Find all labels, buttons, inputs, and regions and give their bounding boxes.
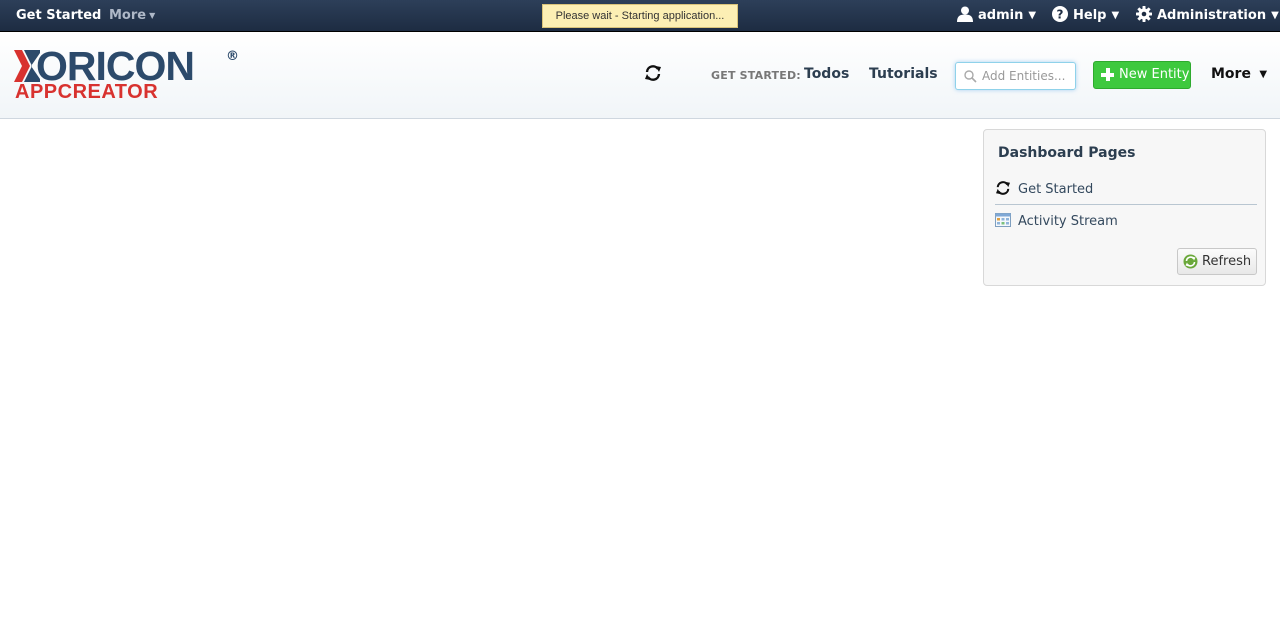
tutorials-link[interactable]: Tutorials: [869, 66, 938, 82]
help-label: Help: [1073, 8, 1107, 23]
calendar-icon: [995, 213, 1011, 227]
get-started-label: GET STARTED:: [711, 69, 801, 82]
svg-text:?: ?: [1057, 8, 1064, 22]
header-more-menu[interactable]: More ▼: [1211, 66, 1267, 82]
todos-link[interactable]: Todos: [804, 66, 849, 82]
dashboard-item-get-started[interactable]: Get Started: [995, 175, 1257, 205]
user-menu[interactable]: admin ▼: [957, 0, 1036, 31]
caret-down-icon: ▼: [1255, 69, 1268, 80]
logo-registered-mark: ®: [226, 49, 239, 64]
topbar-more-label: More: [109, 8, 147, 23]
help-menu[interactable]: ? Help ▼: [1052, 0, 1119, 31]
gear-icon: [1136, 6, 1152, 22]
help-icon: ?: [1052, 6, 1068, 22]
panel-title: Dashboard Pages: [998, 145, 1136, 161]
add-entities-search[interactable]: [955, 62, 1076, 90]
new-entity-button[interactable]: New Entity: [1093, 61, 1191, 89]
dashboard-item-label: Activity Stream: [1018, 214, 1118, 229]
user-icon: [957, 6, 973, 22]
logo-subtitle: APPCREATOR: [15, 81, 159, 103]
administration-label: Administration: [1157, 8, 1267, 23]
sync-icon: [996, 181, 1010, 195]
user-name: admin: [978, 8, 1024, 23]
topbar-get-started-link[interactable]: Get Started: [16, 0, 101, 31]
refresh-icon: [1183, 254, 1198, 269]
sync-icon[interactable]: [644, 65, 662, 81]
topbar-more-menu[interactable]: More ▼: [109, 0, 155, 31]
refresh-button[interactable]: Refresh: [1177, 248, 1257, 275]
caret-down-icon: ▼: [149, 11, 156, 20]
top-navigation-bar: Get Started More ▼ Please wait - Starting…: [0, 0, 1280, 32]
dashboard-item-activity-stream[interactable]: Activity Stream: [995, 207, 1257, 237]
plus-icon: [1101, 68, 1114, 81]
dashboard-pages-panel: Dashboard Pages Get Started Activity Str…: [983, 129, 1266, 286]
app-header: ORICON ® APPCREATOR GET STARTED: Todos T…: [0, 32, 1280, 119]
header-more-label: More: [1211, 66, 1251, 82]
caret-down-icon: ▼: [1271, 10, 1279, 21]
search-icon: [964, 70, 977, 83]
refresh-label: Refresh: [1202, 254, 1252, 269]
new-entity-label: New Entity: [1119, 67, 1190, 82]
add-entities-input[interactable]: [982, 66, 1072, 86]
loading-message: Please wait - Starting application...: [542, 4, 738, 28]
xoricon-logo[interactable]: ORICON ® APPCREATOR: [14, 44, 242, 104]
administration-menu[interactable]: Administration ▼: [1136, 0, 1279, 31]
caret-down-icon: ▼: [1111, 10, 1120, 21]
caret-down-icon: ▼: [1028, 10, 1037, 21]
dashboard-item-label: Get Started: [1018, 182, 1094, 197]
